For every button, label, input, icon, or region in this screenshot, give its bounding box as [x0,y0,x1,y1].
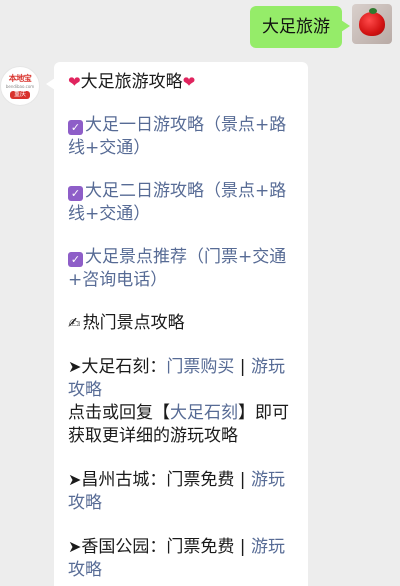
ticket-purchase-link[interactable]: 门票购买 [166,357,234,377]
spot-item: ➤昌州古城：门票免费 | 游玩攻略 [68,468,296,515]
checkbox-icon: ✓ [68,186,83,201]
heart-icon: ❤ [68,73,81,91]
attractions-guide-link[interactable]: 大足景点推荐（门票+交通+咨询电话） [68,247,286,290]
avatar-photo-leaf [369,8,377,14]
guide-link-item: ✓ 大足一日游攻略（景点+路线+交通） [68,114,296,160]
bot-avatar-brand: 本地宝 [8,73,32,83]
spot-name: 大足石刻： [81,357,167,377]
chat-window: 大足旅游 本地宝 bendibao.com 重庆 ❤大足旅游攻略❤ ✓ 大足一日游… [0,0,400,586]
ticket-status: 门票免费 [166,537,235,557]
dazu-rock-carvings-link[interactable]: 大足石刻 [170,403,238,423]
two-day-guide-link[interactable]: 大足二日游攻略（景点+路线+交通） [68,181,286,224]
ticket-status: 门票免费 [166,470,235,490]
outgoing-message-bubble[interactable]: 大足旅游 [250,6,350,48]
spot-name: 昌州古城： [81,470,167,490]
message-title-text: 大足旅游攻略 [80,72,183,92]
guide-link-item: ✓ 大足二日游攻略（景点+路线+交通） [68,180,296,226]
bot-avatar-site: bendibao.com [5,83,35,89]
incoming-message-bubble: ❤大足旅游攻略❤ ✓ 大足一日游攻略（景点+路线+交通） ✓ 大足二日游攻略（景点+… [46,62,308,586]
incoming-message-row: 本地宝 bendibao.com 重庆 ❤大足旅游攻略❤ ✓ 大足一日游攻略（景点… [0,62,308,586]
bot-avatar-city: 重庆 [9,90,30,99]
bot-avatar[interactable]: 本地宝 bendibao.com 重庆 [0,66,40,106]
hot-spots-title: 热门景点攻略 [82,313,185,333]
outgoing-message-row: 大足旅游 [250,4,392,48]
heart-icon: ❤ [182,73,196,91]
arrow-icon: ➤ [68,537,82,556]
checkbox-icon: ✓ [68,252,83,267]
arrow-icon: ➤ [68,357,82,376]
arrow-icon: ➤ [68,470,82,489]
spot-item: ➤香国公园：门票免费 | 游玩攻略 [68,535,296,582]
user-avatar[interactable] [352,4,392,44]
separator: | [234,357,251,377]
one-day-guide-link[interactable]: 大足一日游攻略（景点+路线+交通） [68,115,286,158]
spot-item: ➤大足石刻：门票购买 | 游玩攻略 [68,355,296,402]
spot-name: 香国公园： [81,537,167,557]
spot-note: 点击或回复【大足石刻】即可获取更详细的游玩攻略 [68,402,296,448]
checkbox-icon: ✓ [68,120,83,135]
separator: | [234,537,251,557]
outgoing-message-text: 大足旅游 [262,17,330,37]
message-title: ❤大足旅游攻略❤ [68,71,296,94]
writing-hand-icon: ✍ [68,314,81,332]
avatar-photo-shape [359,12,385,36]
guide-link-item: ✓ 大足景点推荐（门票+交通+咨询电话） [68,246,296,292]
hot-spots-heading: ✍ 热门景点攻略 [68,312,296,335]
separator: | [234,470,251,490]
spot-note-prefix: 点击或回复【 [68,403,170,423]
